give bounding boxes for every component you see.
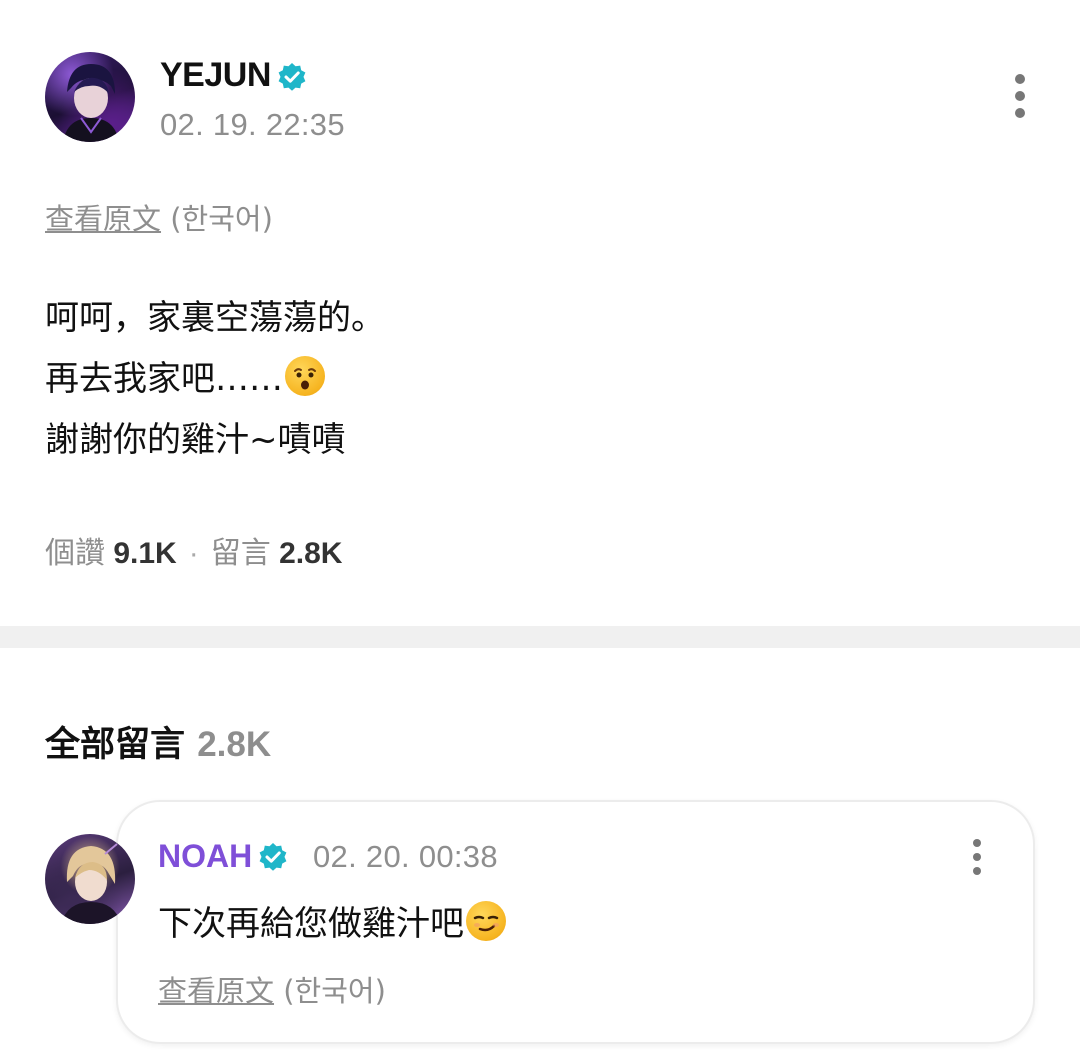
more-dot	[1015, 91, 1025, 101]
post-line-3: 謝謝你的雞汁~嘖嘖	[45, 420, 346, 460]
view-original-link[interactable]: 查看原文	[45, 202, 161, 236]
verified-badge-icon	[278, 63, 306, 91]
likes-label: 個讚	[45, 537, 105, 570]
verified-badge-icon	[259, 843, 287, 871]
comments-label: 留言	[210, 537, 271, 570]
post-line-2: 再去我家吧……	[45, 349, 1025, 410]
post-detail-page: YEJUN 02. 19. 22:35 查看原文 (한국어) 呵呵，家裏空蕩蕩的…	[0, 0, 1080, 1061]
more-dot	[1015, 108, 1025, 118]
original-language-label: (한국어)	[170, 202, 273, 236]
avatar-portrait-icon	[61, 843, 121, 924]
post-stats: 個讚 9.1K · 留言 2.8K	[45, 528, 342, 572]
commenter-avatar[interactable]	[45, 834, 135, 924]
post-body: 呵呵，家裏空蕩蕩的。 再去我家吧…… 謝謝你的雞汁~嘖嘖	[45, 288, 1025, 471]
more-dot	[973, 839, 981, 847]
post-timestamp: 02. 19. 22:35	[160, 107, 345, 142]
comment-more-options-button[interactable]	[967, 839, 987, 875]
comment-original-language-label: (한국어)	[283, 974, 386, 1008]
comment-text-content: 下次再給您做雞汁吧	[158, 904, 464, 944]
stats-separator: ·	[188, 537, 199, 570]
more-dot	[973, 867, 981, 875]
more-dot	[973, 853, 981, 861]
author-name[interactable]: YEJUN	[160, 56, 271, 95]
comment-timestamp: 02. 20. 00:38	[313, 839, 498, 874]
post-header: YEJUN 02. 19. 22:35	[45, 52, 1035, 144]
section-divider	[0, 626, 1080, 648]
author-avatar[interactable]	[45, 52, 135, 142]
post-more-options-button[interactable]	[1010, 74, 1030, 122]
avatar-portrait-icon	[63, 64, 119, 142]
comment-translate-row: 查看原文 (한국어)	[158, 968, 386, 1010]
comment-view-original-link[interactable]: 查看原文	[158, 974, 274, 1008]
comments-count[interactable]: 2.8K	[279, 537, 342, 570]
smirking-face-icon	[466, 901, 506, 941]
post-line-2-text: 再去我家吧……	[45, 359, 283, 399]
all-comments-label: 全部留言	[45, 725, 186, 765]
more-dot	[1015, 74, 1025, 84]
all-comments-count: 2.8K	[197, 725, 272, 764]
comment-author-name[interactable]: NOAH	[158, 838, 252, 875]
post-line-1: 呵呵，家裏空蕩蕩的。	[45, 298, 385, 338]
comment-text: 下次再給您做雞汁吧	[158, 896, 506, 945]
post-translate-row: 查看原文 (한국어)	[45, 196, 273, 238]
astonished-face-icon	[285, 356, 325, 396]
likes-count[interactable]: 9.1K	[113, 537, 176, 570]
all-comments-heading: 全部留言 2.8K	[45, 716, 271, 767]
